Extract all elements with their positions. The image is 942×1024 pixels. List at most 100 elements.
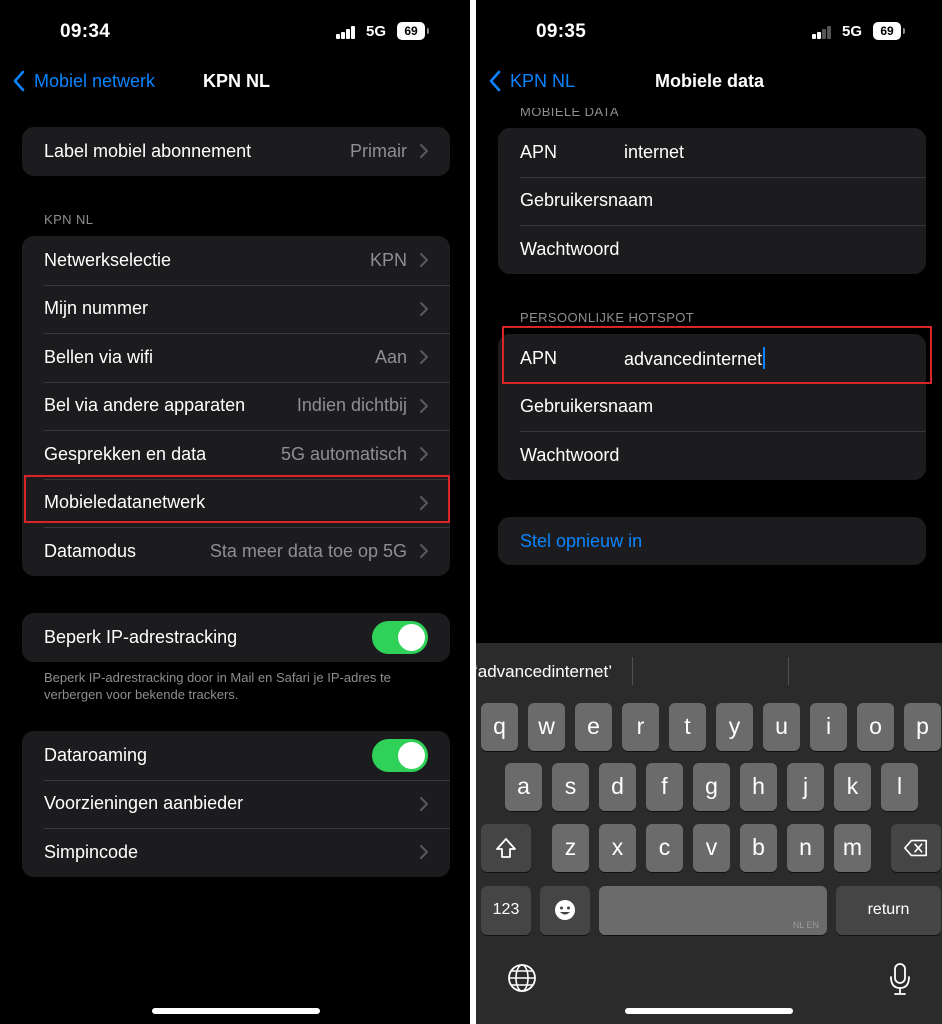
space-language-label: NL EN bbox=[792, 920, 819, 930]
row-datamodus[interactable]: Datamodus Sta meer data toe op 5G bbox=[22, 527, 450, 576]
field-hotspot-wachtwoord[interactable]: Wachtwoord bbox=[498, 431, 926, 480]
home-indicator[interactable] bbox=[152, 1008, 320, 1014]
field-label: APN bbox=[520, 141, 558, 162]
row-gesprekken-en-data[interactable]: Gesprekken en data 5G automatisch bbox=[22, 430, 450, 479]
roaming-group: Dataroaming Voorzieningen aanbieder Simp… bbox=[22, 731, 450, 877]
key-i[interactable]: i bbox=[810, 703, 847, 751]
field-label: Wachtwoord bbox=[520, 444, 620, 465]
suggestion-divider bbox=[632, 657, 633, 685]
row-label: Simpincode bbox=[44, 841, 139, 862]
status-bar: 09:35 5G 69 bbox=[476, 20, 942, 46]
key-t[interactable]: t bbox=[669, 703, 706, 751]
chevron-right-icon bbox=[420, 447, 428, 462]
row-beperk-ip-adrestracking: Beperk IP-adrestracking bbox=[22, 613, 450, 662]
field-wachtwoord[interactable]: Wachtwoord bbox=[498, 225, 926, 274]
cellular-signal-icon bbox=[336, 26, 356, 39]
row-label: Bellen via wifi bbox=[44, 346, 154, 367]
suggestion-divider bbox=[788, 657, 789, 685]
key-h[interactable]: h bbox=[740, 763, 777, 811]
key-e[interactable]: e bbox=[575, 703, 612, 751]
ip-tracking-group: Beperk IP-adrestracking bbox=[22, 613, 450, 662]
field-gebruikersnaam[interactable]: Gebruikersnaam bbox=[498, 176, 926, 226]
field-label: Gebruikersnaam bbox=[520, 396, 654, 417]
key-q[interactable]: q bbox=[481, 703, 518, 751]
row-mijn-nummer[interactable]: Mijn nummer bbox=[22, 284, 450, 334]
back-button[interactable]: KPN NL bbox=[488, 70, 575, 92]
key-v[interactable]: v bbox=[693, 824, 730, 872]
row-netwerkselectie[interactable]: Netwerkselectie KPN bbox=[22, 236, 450, 285]
row-label-mobiel-abonnement[interactable]: Label mobiel abonnement Primair bbox=[22, 127, 450, 176]
highlight-box-hotspot-apn bbox=[502, 326, 932, 384]
key-j[interactable]: j bbox=[787, 763, 824, 811]
key-z[interactable]: z bbox=[552, 824, 589, 872]
key-b[interactable]: b bbox=[740, 824, 777, 872]
left-phone-screen: 09:34 5G 69 Mobiel netwerk KPN NL Label … bbox=[0, 0, 470, 1024]
space-key[interactable]: NL EN bbox=[599, 886, 827, 935]
shift-key[interactable] bbox=[481, 824, 531, 872]
key-f[interactable]: f bbox=[646, 763, 683, 811]
chevron-right-icon bbox=[420, 253, 428, 268]
field-value: internet bbox=[624, 141, 685, 162]
key-n[interactable]: n bbox=[787, 824, 824, 872]
subscription-label-group: Label mobiel abonnement Primair bbox=[22, 127, 450, 176]
microphone-icon[interactable] bbox=[889, 962, 911, 996]
status-time: 09:34 bbox=[60, 21, 111, 42]
key-u[interactable]: u bbox=[763, 703, 800, 751]
navigation-bar: KPN NL Mobiele data bbox=[476, 58, 942, 108]
key-l[interactable]: l bbox=[881, 763, 918, 811]
key-m[interactable]: m bbox=[834, 824, 871, 872]
globe-icon[interactable] bbox=[507, 963, 537, 993]
key-r[interactable]: r bbox=[622, 703, 659, 751]
network-type: 5G bbox=[842, 23, 863, 40]
toggle-knob bbox=[398, 741, 425, 769]
dataroaming-toggle[interactable] bbox=[372, 738, 428, 772]
row-label: Voorzieningen aanbieder bbox=[44, 793, 244, 814]
key-d[interactable]: d bbox=[599, 763, 636, 811]
key-c[interactable]: c bbox=[646, 824, 683, 872]
chevron-left-icon bbox=[489, 70, 501, 92]
row-bel-via-andere-apparaten[interactable]: Bel via andere apparaten Indien dichtbij bbox=[22, 381, 450, 431]
ip-tracking-toggle[interactable] bbox=[372, 620, 428, 654]
key-x[interactable]: x bbox=[599, 824, 636, 872]
row-label: Mijn nummer bbox=[44, 298, 149, 319]
key-g[interactable]: g bbox=[693, 763, 730, 811]
return-key[interactable]: return bbox=[836, 886, 941, 935]
chevron-right-icon bbox=[420, 144, 428, 159]
highlight-box-mobieledatanetwerk bbox=[24, 475, 450, 523]
row-label: Bel via andere apparaten bbox=[44, 395, 246, 416]
emoji-key[interactable] bbox=[540, 886, 590, 935]
row-bellen-via-wifi[interactable]: Bellen via wifi Aan bbox=[22, 333, 450, 382]
home-indicator[interactable] bbox=[625, 1008, 793, 1014]
back-button[interactable]: Mobiel netwerk bbox=[12, 70, 155, 92]
key-a[interactable]: a bbox=[505, 763, 542, 811]
row-voorzieningen-aanbieder[interactable]: Voorzieningen aanbieder bbox=[22, 779, 450, 829]
row-value: Indien dichtbij bbox=[296, 395, 407, 416]
key-k[interactable]: k bbox=[834, 763, 871, 811]
key-p[interactable]: p bbox=[904, 703, 941, 751]
key-w[interactable]: w bbox=[528, 703, 565, 751]
back-label: KPN NL bbox=[510, 70, 576, 91]
key-s[interactable]: s bbox=[552, 763, 589, 811]
chevron-right-icon bbox=[420, 398, 428, 413]
carrier-settings-group: Netwerkselectie KPN Mijn nummer Bellen v… bbox=[22, 236, 450, 576]
page-title: Mobiele data bbox=[655, 71, 765, 91]
chevron-right-icon bbox=[420, 350, 428, 365]
numbers-key[interactable]: 123 bbox=[481, 886, 531, 935]
toggle-knob bbox=[398, 623, 425, 651]
row-label: Dataroaming bbox=[44, 744, 148, 765]
key-y[interactable]: y bbox=[716, 703, 753, 751]
field-apn[interactable]: APN internet bbox=[498, 128, 926, 177]
battery-icon: 69 bbox=[397, 22, 425, 40]
backspace-key[interactable] bbox=[891, 824, 941, 872]
key-o[interactable]: o bbox=[857, 703, 894, 751]
field-hotspot-gebruikersnaam[interactable]: Gebruikersnaam bbox=[498, 382, 926, 432]
section-header-hotspot: PERSOONLIJKE HOTSPOT bbox=[520, 310, 695, 325]
row-value: Aan bbox=[374, 346, 407, 367]
row-simpincode[interactable]: Simpincode bbox=[22, 828, 450, 877]
battery-tip bbox=[903, 28, 905, 34]
reset-button[interactable]: Stel opnieuw in bbox=[498, 517, 926, 565]
field-label: Wachtwoord bbox=[520, 238, 620, 259]
suggestion-1[interactable]: ‘advancedinternet’ bbox=[476, 662, 612, 682]
section-header-kpn: KPN NL bbox=[44, 212, 94, 227]
status-time: 09:35 bbox=[536, 21, 587, 42]
